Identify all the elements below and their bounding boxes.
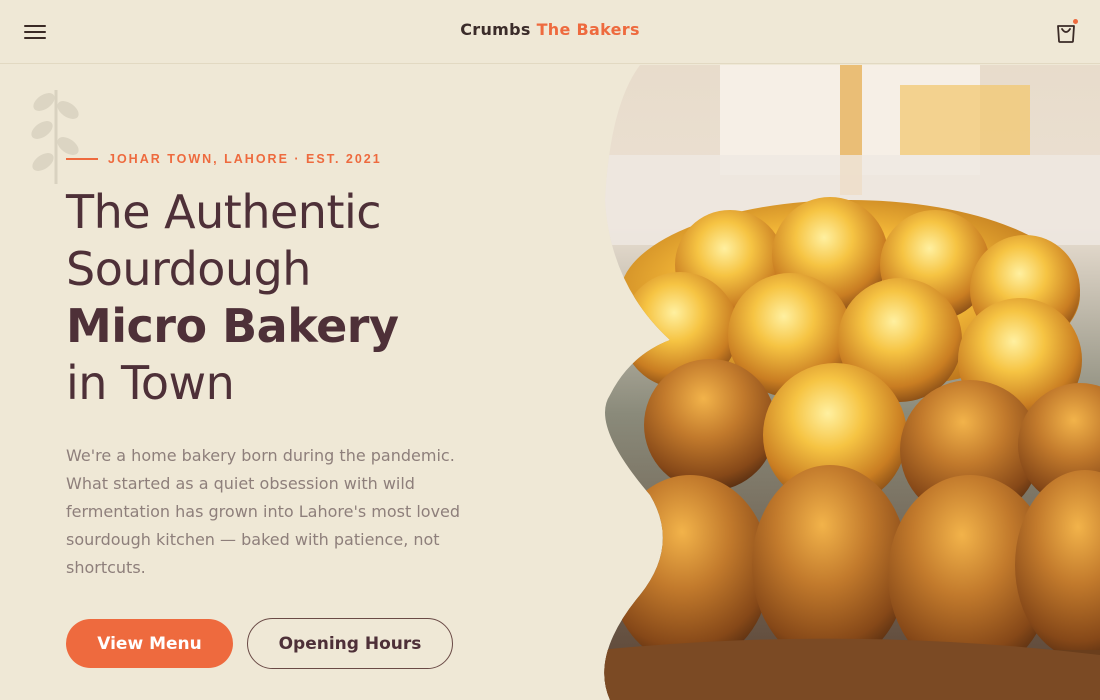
brand-name: Crumbs bbox=[460, 20, 531, 39]
headline-line-1: The Authentic bbox=[66, 185, 382, 239]
headline-line-4: in Town bbox=[66, 356, 235, 410]
view-menu-button[interactable]: View Menu bbox=[66, 619, 233, 668]
eyebrow-text: JOHAR TOWN, LAHORE · EST. 2021 bbox=[108, 152, 382, 166]
hero-intro: We're a home bakery born during the pand… bbox=[66, 446, 461, 577]
bread-rolls-photo bbox=[600, 65, 1100, 700]
hero-headline: The Authentic Sourdough Micro Bakery in … bbox=[66, 184, 566, 412]
brand-logo[interactable]: Crumbs The Bakers bbox=[0, 20, 1100, 39]
opening-hours-button[interactable]: Opening Hours bbox=[247, 618, 453, 669]
cart-notification-dot bbox=[1073, 19, 1078, 24]
location-eyebrow: JOHAR TOWN, LAHORE · EST. 2021 bbox=[66, 152, 382, 166]
wheat-sprig-icon bbox=[28, 88, 88, 188]
site-header: Crumbs The Bakers bbox=[0, 0, 1100, 64]
headline-line-3: Micro Bakery bbox=[66, 299, 399, 353]
eyebrow-divider bbox=[66, 158, 98, 160]
page: Crumbs The Bakers JOHAR TOWN, LAHORE · E… bbox=[0, 0, 1100, 700]
headline-line-2: Sourdough bbox=[66, 242, 311, 296]
brand-accent: The Bakers bbox=[536, 20, 640, 39]
shopping-bag-icon[interactable] bbox=[1054, 18, 1078, 44]
